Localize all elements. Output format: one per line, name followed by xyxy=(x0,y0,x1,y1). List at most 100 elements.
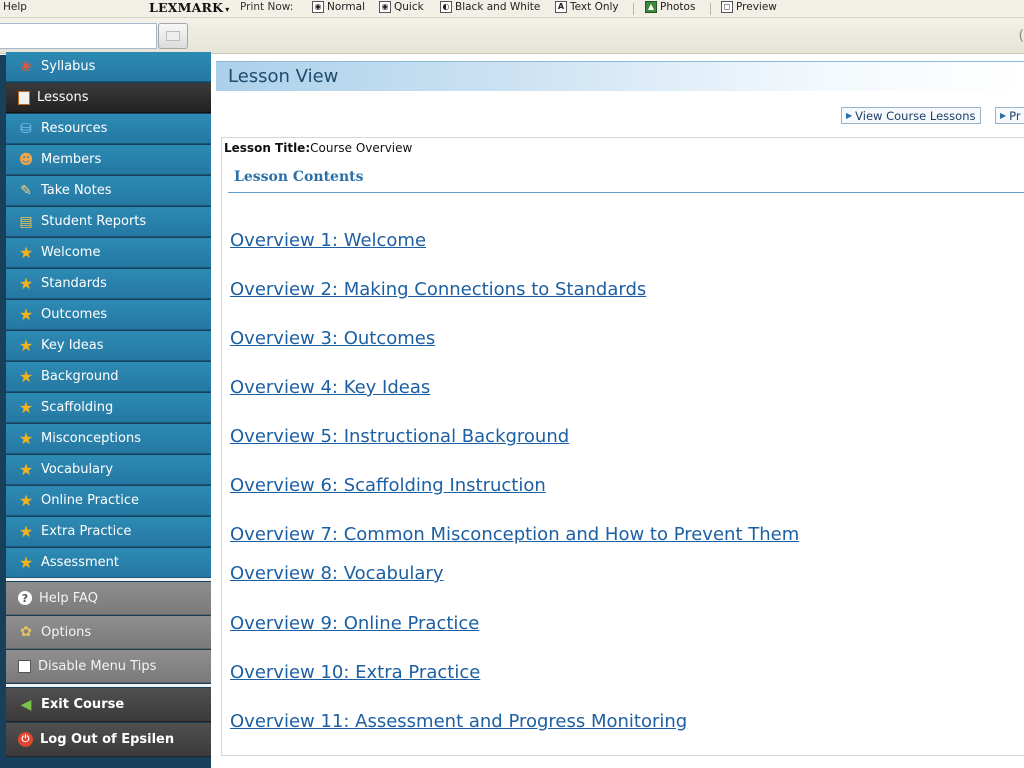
sidebar-item-label: Take Notes xyxy=(41,183,112,198)
sidebar-item-welcome[interactable]: ★ Welcome xyxy=(6,238,211,268)
overview-link-1[interactable]: Overview 1: Welcome xyxy=(230,230,426,251)
sidebar-item-label: Welcome xyxy=(41,245,101,260)
go-button[interactable] xyxy=(158,23,188,49)
overview-link-2[interactable]: Overview 2: Making Connections to Standa… xyxy=(230,279,646,300)
sidebar-item-label: Disable Menu Tips xyxy=(38,658,157,674)
help-menu[interactable]: Help xyxy=(3,1,27,13)
sidebar-item-key-ideas[interactable]: ★ Key Ideas xyxy=(6,331,211,361)
exit-course-button[interactable]: ◀ Exit Course xyxy=(6,688,211,722)
print-preview-button[interactable]: ◻ Preview xyxy=(721,1,777,13)
sidebar-item-label: Misconceptions xyxy=(41,431,142,446)
reports-icon: ▤ xyxy=(19,213,33,230)
sidebar-item-label: Help FAQ xyxy=(39,590,98,606)
printer-icon: ◉ xyxy=(312,1,324,13)
play-arrow-icon: ▶ xyxy=(846,111,853,120)
sidebar-item-syllabus[interactable]: ❀ Syllabus xyxy=(6,52,211,82)
sidebar-item-resources[interactable]: ⛁ Resources xyxy=(6,114,211,144)
lessons-doc-icon xyxy=(18,90,30,105)
power-icon: ⏻ xyxy=(18,732,33,747)
star-icon: ★ xyxy=(18,428,34,448)
sidebar-item-label: Extra Practice xyxy=(41,524,132,539)
log-out-button[interactable]: ⏻ Log Out of Epsilen xyxy=(6,723,211,757)
sidebar-divider xyxy=(6,684,211,687)
print-quick-button[interactable]: ◉ Quick xyxy=(379,1,424,13)
sidebar-item-label: Assessment xyxy=(41,555,119,570)
overview-link-11[interactable]: Overview 11: Assessment and Progress Mon… xyxy=(230,711,687,732)
sidebar-item-background[interactable]: ★ Background xyxy=(6,362,211,392)
resources-icon: ⛁ xyxy=(20,120,32,137)
sidebar-item-standards[interactable]: ★ Standards xyxy=(6,269,211,299)
sidebar-item-label: Background xyxy=(41,369,119,384)
lesson-panel: Lesson Title:Course Overview Lesson Cont… xyxy=(221,137,1024,756)
disable-menu-tips-toggle[interactable]: Disable Menu Tips xyxy=(6,650,211,683)
lexmark-logo[interactable]: LEXMARK ▾ xyxy=(149,0,229,15)
print-bw-button[interactable]: ◐ Black and White xyxy=(440,1,540,13)
print-preview-label: Preview xyxy=(736,1,777,13)
overview-link-6[interactable]: Overview 6: Scaffolding Instruction xyxy=(230,475,546,496)
sidebar-item-options[interactable]: ✿ Options xyxy=(6,616,211,649)
sidebar-item-online-practice[interactable]: ★ Online Practice xyxy=(6,486,211,516)
star-icon: ★ xyxy=(18,397,34,417)
sidebar-item-members[interactable]: ☻ Members xyxy=(6,145,211,175)
sidebar-item-student-reports[interactable]: ▤ Student Reports xyxy=(6,207,211,237)
overview-link-9[interactable]: Overview 9: Online Practice xyxy=(230,613,479,634)
sidebar-item-vocabulary[interactable]: ★ Vocabulary xyxy=(6,455,211,485)
star-icon: ★ xyxy=(18,273,34,293)
refresh-icon[interactable]: ( xyxy=(1019,28,1024,44)
sidebar-item-label: Scaffolding xyxy=(41,400,114,415)
lesson-title: Lesson Title:Course Overview xyxy=(224,141,412,155)
print-quick-label: Quick xyxy=(394,1,424,13)
sidebar-item-label: Members xyxy=(41,152,102,167)
address-input[interactable] xyxy=(0,23,157,49)
bw-printer-icon: ◐ xyxy=(440,1,452,13)
print-text-only-label: Text Only xyxy=(570,1,619,13)
lesson-title-label: Lesson Title: xyxy=(224,141,311,155)
view-course-lessons-button[interactable]: ▶ View Course Lessons xyxy=(841,107,981,124)
sidebar-item-take-notes[interactable]: ✎ Take Notes xyxy=(6,176,211,206)
checkbox-icon xyxy=(18,659,31,673)
sidebar-item-help-faq[interactable]: ? Help FAQ xyxy=(6,582,211,615)
printer-icon: ◉ xyxy=(379,1,391,13)
print-text-only-button[interactable]: A Text Only xyxy=(555,1,619,13)
sidebar-item-label: Key Ideas xyxy=(41,338,104,353)
overview-link-8[interactable]: Overview 8: Vocabulary xyxy=(230,563,443,584)
print-normal-button[interactable]: ◉ Normal xyxy=(312,1,365,13)
sidebar-divider xyxy=(6,578,211,581)
toolbar-divider xyxy=(633,3,634,15)
print-now-label: Print Now: xyxy=(240,1,294,13)
sidebar-item-assessment[interactable]: ★ Assessment xyxy=(6,548,211,578)
overview-link-3[interactable]: Overview 3: Outcomes xyxy=(230,328,435,349)
next-nav-button[interactable]: ▶ Pr xyxy=(995,107,1024,124)
overview-link-4[interactable]: Overview 4: Key Ideas xyxy=(230,377,430,398)
overview-link-5[interactable]: Overview 5: Instructional Background xyxy=(230,426,569,447)
help-icon: ? xyxy=(18,591,32,605)
sidebar-item-label: Exit Course xyxy=(41,697,125,712)
sidebar-item-label: Outcomes xyxy=(41,307,108,322)
text-a-icon: A xyxy=(555,1,567,13)
sidebar-item-label: Standards xyxy=(41,276,107,291)
sidebar-item-extra-practice[interactable]: ★ Extra Practice xyxy=(6,517,211,547)
overview-link-7[interactable]: Overview 7: Common Misconception and How… xyxy=(230,524,799,545)
sidebar-item-misconceptions[interactable]: ★ Misconceptions xyxy=(6,424,211,454)
next-nav-label: Pr xyxy=(1009,108,1021,123)
sidebar-item-label: Online Practice xyxy=(41,493,139,508)
sidebar-item-scaffolding[interactable]: ★ Scaffolding xyxy=(6,393,211,423)
view-course-lessons-label: View Course Lessons xyxy=(855,108,976,123)
star-icon: ★ xyxy=(18,490,34,510)
sidebar-item-label: Resources xyxy=(41,121,108,136)
sidebar-item-lessons[interactable]: Lessons xyxy=(6,83,211,113)
lesson-contents-heading: Lesson Contents xyxy=(234,169,364,185)
sidebar-item-label: Syllabus xyxy=(41,59,96,74)
notes-icon: ✎ xyxy=(20,182,32,199)
overview-link-10[interactable]: Overview 10: Extra Practice xyxy=(230,662,480,683)
print-photos-button[interactable]: ▲ Photos xyxy=(645,1,695,13)
sidebar-item-outcomes[interactable]: ★ Outcomes xyxy=(6,300,211,330)
star-icon: ★ xyxy=(18,242,34,262)
play-arrow-icon: ▶ xyxy=(1000,111,1007,120)
print-normal-label: Normal xyxy=(327,1,365,13)
star-icon: ★ xyxy=(18,552,34,572)
star-icon: ★ xyxy=(18,304,34,324)
sidebar-item-label: Student Reports xyxy=(41,214,147,229)
print-bw-label: Black and White xyxy=(455,1,541,13)
go-icon xyxy=(166,31,180,41)
